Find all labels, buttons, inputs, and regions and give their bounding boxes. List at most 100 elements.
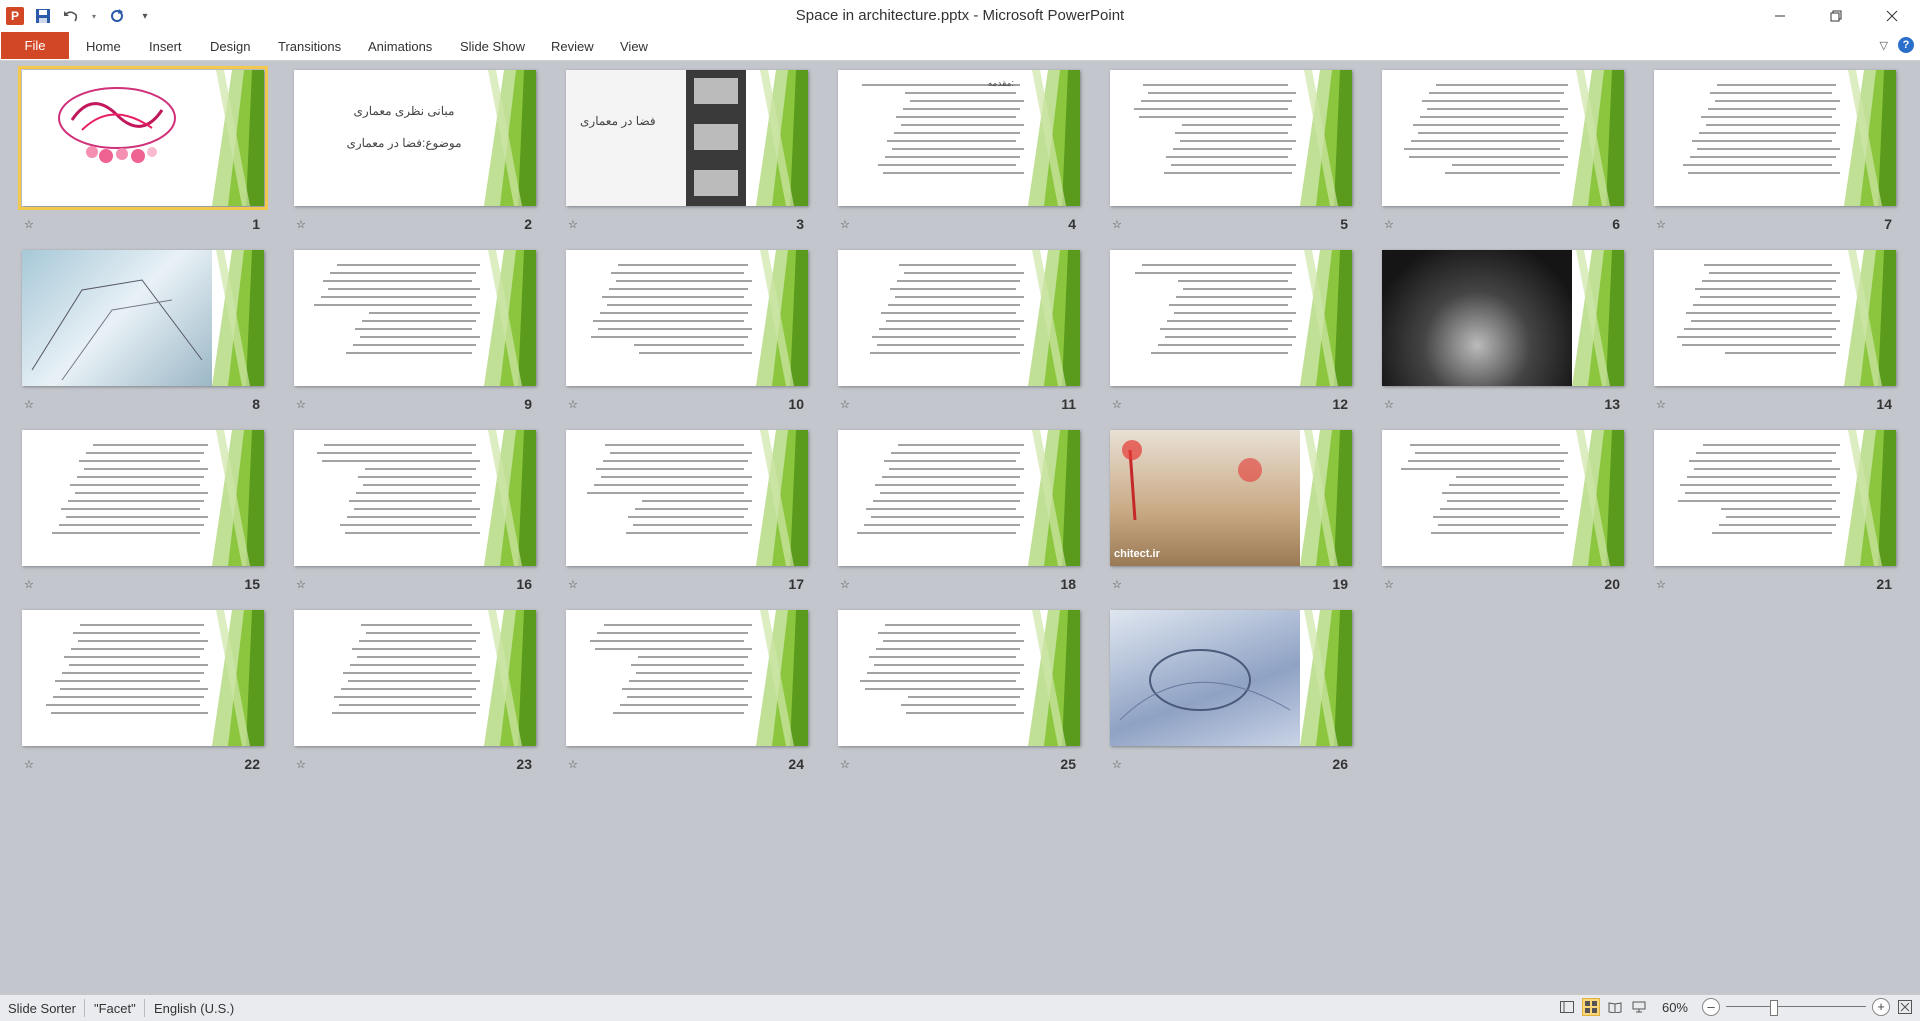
tab-home[interactable]: Home — [86, 36, 121, 58]
slide-thumbnail-cell[interactable]: ☆ 5 — [1110, 70, 1352, 232]
slide-thumbnail[interactable]: مقدمه: — [838, 70, 1080, 206]
transition-star-icon[interactable]: ☆ — [24, 398, 34, 411]
reading-view-icon[interactable] — [1606, 998, 1624, 1016]
transition-star-icon[interactable]: ☆ — [1112, 758, 1122, 771]
restore-button[interactable] — [1808, 0, 1864, 32]
transition-star-icon[interactable]: ☆ — [296, 398, 306, 411]
tab-review[interactable]: Review — [551, 36, 594, 58]
slide-thumbnail-cell[interactable]: ☆ 20 — [1382, 430, 1624, 592]
transition-star-icon[interactable]: ☆ — [24, 578, 34, 591]
slide-thumbnail-cell[interactable]: فضا در معماری ☆ 3 — [566, 70, 808, 232]
slide-thumbnail-cell[interactable]: ☆ 22 — [22, 610, 264, 772]
slide-thumbnail[interactable] — [294, 250, 536, 386]
transition-star-icon[interactable]: ☆ — [1384, 578, 1394, 591]
transition-star-icon[interactable]: ☆ — [1112, 398, 1122, 411]
transition-star-icon[interactable]: ☆ — [296, 578, 306, 591]
zoom-in-icon[interactable]: + — [1872, 998, 1890, 1016]
tab-view[interactable]: View — [620, 36, 648, 58]
tab-design[interactable]: Design — [210, 36, 250, 58]
zoom-slider[interactable] — [1726, 998, 1866, 1016]
transition-star-icon[interactable]: ☆ — [296, 218, 306, 231]
slide-thumbnail-cell[interactable]: ☆ 24 — [566, 610, 808, 772]
slide-thumbnail[interactable] — [22, 610, 264, 746]
status-theme-name[interactable]: "Facet" — [94, 1001, 136, 1016]
slide-thumbnail-cell[interactable]: ☆ 18 — [838, 430, 1080, 592]
transition-star-icon[interactable]: ☆ — [568, 578, 578, 591]
zoom-level[interactable]: 60% — [1662, 1000, 1688, 1015]
slide-thumbnail-cell[interactable]: ☆ 23 — [294, 610, 536, 772]
slide-thumbnail[interactable] — [1654, 250, 1896, 386]
slide-thumbnail[interactable] — [838, 610, 1080, 746]
transition-star-icon[interactable]: ☆ — [24, 218, 34, 231]
transition-star-icon[interactable]: ☆ — [24, 758, 34, 771]
transition-star-icon[interactable]: ☆ — [840, 398, 850, 411]
slide-thumbnail-cell[interactable]: مقدمه: ☆ 4 — [838, 70, 1080, 232]
slide-thumbnail-cell[interactable]: ☆ 16 — [294, 430, 536, 592]
slide-thumbnail-cell[interactable]: ☆ 13 — [1382, 250, 1624, 412]
transition-star-icon[interactable]: ☆ — [568, 398, 578, 411]
slide-thumbnail[interactable] — [566, 430, 808, 566]
slide-thumbnail[interactable] — [1654, 70, 1896, 206]
slide-sorter-pane[interactable]: ☆ 1 مبانی نظری معماری موضوع:فضا در معمار… — [0, 61, 1920, 994]
transition-star-icon[interactable]: ☆ — [1656, 398, 1666, 411]
slide-sorter-view-icon[interactable] — [1581, 998, 1600, 1016]
slide-thumbnail[interactable]: مبانی نظری معماری موضوع:فضا در معماری — [294, 70, 536, 206]
tab-slide-show[interactable]: Slide Show — [460, 36, 525, 58]
transition-star-icon[interactable]: ☆ — [296, 758, 306, 771]
slide-show-view-icon[interactable] — [1630, 998, 1648, 1016]
transition-star-icon[interactable]: ☆ — [840, 758, 850, 771]
slide-thumbnail-cell[interactable]: ☆ 21 — [1654, 430, 1896, 592]
slide-thumbnail-cell[interactable]: مبانی نظری معماری موضوع:فضا در معماری ☆ … — [294, 70, 536, 232]
slide-thumbnail-cell[interactable]: chitect.ir ☆ 19 — [1110, 430, 1352, 592]
slide-thumbnail[interactable] — [1382, 430, 1624, 566]
tab-insert[interactable]: Insert — [149, 36, 182, 58]
slide-thumbnail[interactable] — [1382, 70, 1624, 206]
slide-thumbnail[interactable] — [22, 250, 264, 386]
tab-transitions[interactable]: Transitions — [278, 36, 341, 58]
transition-star-icon[interactable]: ☆ — [1112, 578, 1122, 591]
slide-thumbnail-cell[interactable]: ☆ 17 — [566, 430, 808, 592]
transition-star-icon[interactable]: ☆ — [1384, 398, 1394, 411]
transition-star-icon[interactable]: ☆ — [1384, 218, 1394, 231]
slide-thumbnail[interactable] — [566, 610, 808, 746]
slide-thumbnail-cell[interactable]: ☆ 15 — [22, 430, 264, 592]
slide-thumbnail-cell[interactable]: ☆ 25 — [838, 610, 1080, 772]
slide-thumbnail-cell[interactable]: ☆ 11 — [838, 250, 1080, 412]
slide-thumbnail-cell[interactable]: ☆ 9 — [294, 250, 536, 412]
tab-animations[interactable]: Animations — [368, 36, 432, 58]
slide-thumbnail[interactable] — [566, 250, 808, 386]
status-language[interactable]: English (U.S.) — [154, 1001, 234, 1016]
transition-star-icon[interactable]: ☆ — [840, 218, 850, 231]
transition-star-icon[interactable]: ☆ — [1656, 578, 1666, 591]
slide-thumbnail-cell[interactable]: ☆ 12 — [1110, 250, 1352, 412]
transition-star-icon[interactable]: ☆ — [568, 218, 578, 231]
fit-to-window-icon[interactable] — [1896, 998, 1914, 1016]
slide-thumbnail[interactable] — [838, 430, 1080, 566]
slide-thumbnail[interactable] — [1382, 250, 1624, 386]
slide-thumbnail[interactable] — [18, 66, 268, 210]
slide-thumbnail[interactable] — [294, 430, 536, 566]
transition-star-icon[interactable]: ☆ — [1112, 218, 1122, 231]
normal-view-icon[interactable] — [1558, 998, 1576, 1016]
minimize-button[interactable] — [1752, 0, 1808, 32]
slide-thumbnail-cell[interactable]: ☆ 14 — [1654, 250, 1896, 412]
slide-thumbnail[interactable] — [1654, 430, 1896, 566]
slide-thumbnail-cell[interactable]: ☆ 26 — [1110, 610, 1352, 772]
slide-thumbnail[interactable] — [838, 250, 1080, 386]
slide-thumbnail-cell[interactable]: ☆ 10 — [566, 250, 808, 412]
slide-thumbnail-cell[interactable]: ☆ 6 — [1382, 70, 1624, 232]
slide-thumbnail[interactable] — [294, 610, 536, 746]
slide-thumbnail-cell[interactable]: ☆ 8 — [22, 250, 264, 412]
close-button[interactable] — [1864, 0, 1920, 32]
file-tab[interactable]: File — [1, 32, 69, 59]
slide-thumbnail[interactable] — [1110, 70, 1352, 206]
slide-thumbnail[interactable] — [22, 430, 264, 566]
minimize-ribbon-icon[interactable]: ▽ — [1880, 39, 1888, 52]
slide-thumbnail-cell[interactable]: ☆ 1 — [18, 66, 268, 232]
slide-thumbnail[interactable] — [1110, 250, 1352, 386]
slide-thumbnail[interactable]: chitect.ir — [1110, 430, 1352, 566]
zoom-out-icon[interactable]: – — [1702, 998, 1720, 1016]
slide-thumbnail[interactable]: فضا در معماری — [566, 70, 808, 206]
slide-thumbnail-cell[interactable]: ☆ 7 — [1654, 70, 1896, 232]
slide-thumbnail[interactable] — [1110, 610, 1352, 746]
